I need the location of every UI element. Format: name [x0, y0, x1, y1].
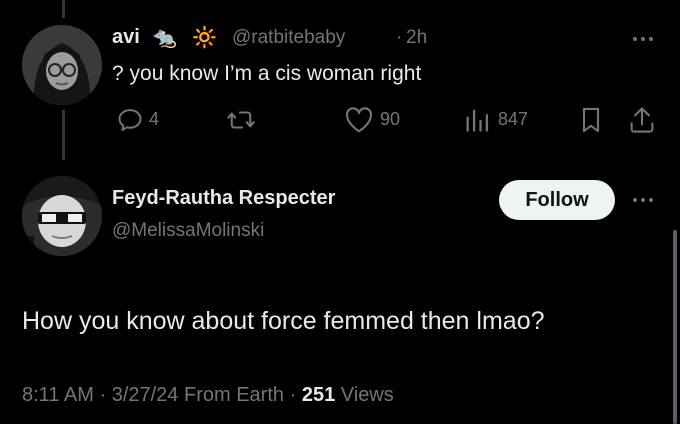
scrollbar[interactable]	[673, 230, 677, 424]
retweet-icon[interactable]	[226, 106, 256, 134]
meta-separator: ·	[99, 384, 107, 406]
feyd-avatar[interactable]	[22, 176, 102, 256]
reply-icon[interactable]	[116, 106, 144, 134]
thread-line-bottom	[62, 110, 65, 160]
meta-separator: ·	[289, 384, 297, 406]
share-icon[interactable]	[628, 105, 656, 135]
more-options-icon[interactable]	[632, 36, 654, 42]
views-count[interactable]: 251	[302, 384, 335, 406]
reply-time[interactable]: 2h	[406, 27, 427, 49]
view-count: 847	[498, 109, 529, 129]
thread-line-top	[62, 0, 65, 18]
tweet-date[interactable]: 3/27/24	[112, 384, 179, 406]
bookmark-icon[interactable]	[580, 106, 602, 134]
more-options-icon[interactable]	[632, 197, 654, 203]
follow-button[interactable]: Follow	[499, 180, 615, 220]
main-tweet-text: How you know about force femmed then lma…	[22, 307, 545, 335]
views-icon[interactable]	[463, 106, 491, 134]
tweet-meta: 8:11 AM · 3/27/24 From Earth · 251 Views	[22, 384, 394, 407]
tweet-time[interactable]: 8:11 AM	[22, 384, 94, 406]
rat-emoji: 🐀	[152, 27, 177, 49]
heart-icon[interactable]	[344, 106, 374, 134]
reply-separator: ·	[396, 27, 403, 48]
main-handle[interactable]: @MelissaMolinski	[112, 220, 264, 242]
reply-count: 4	[149, 109, 160, 129]
reply-display-name[interactable]: avi	[112, 26, 140, 49]
like-count: 90	[380, 109, 401, 129]
sun-emoji: 🔆	[192, 27, 217, 49]
views-label[interactable]: Views	[341, 384, 394, 406]
tweet-source: From Earth	[184, 384, 285, 406]
reply-text: ? you know I’m a cis woman right	[112, 62, 422, 85]
avi-avatar[interactable]	[22, 25, 102, 105]
main-display-name[interactable]: Feyd-Rautha Respecter	[112, 187, 335, 210]
reply-handle[interactable]: @ratbitebaby	[232, 27, 345, 49]
